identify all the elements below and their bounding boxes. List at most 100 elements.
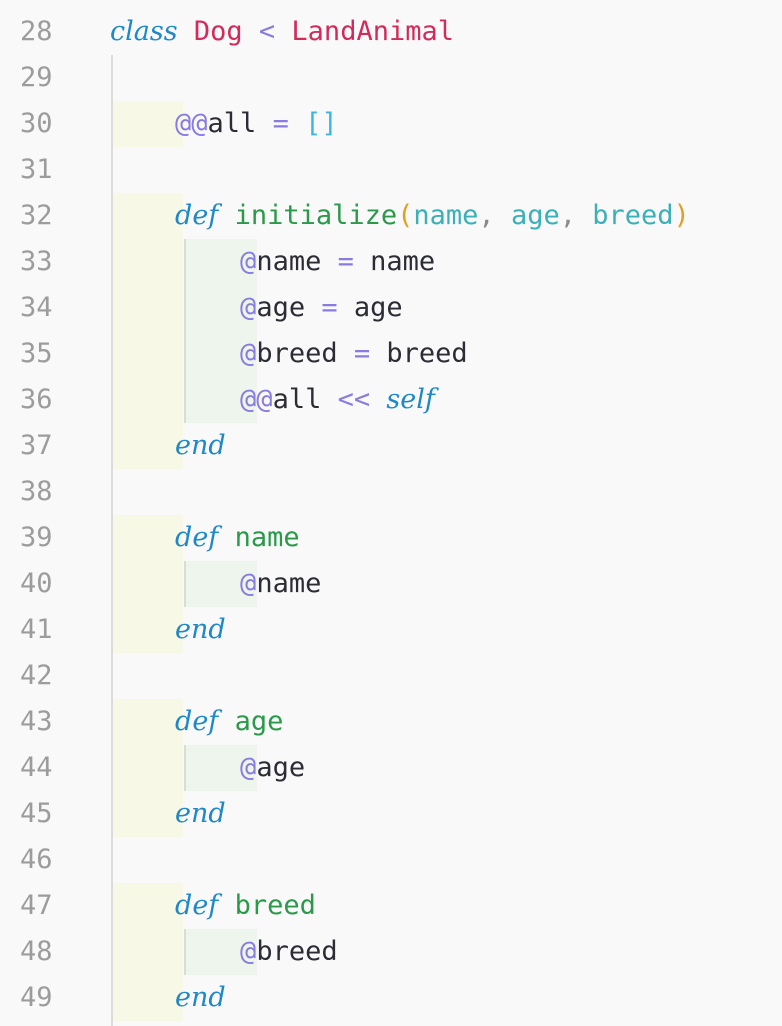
code-token: @ bbox=[240, 936, 257, 967]
code-line[interactable]: 49 end bbox=[0, 975, 782, 1021]
code-token: @ bbox=[240, 246, 257, 277]
code-token: breed bbox=[256, 338, 338, 369]
code-line[interactable]: 29 bbox=[0, 55, 782, 101]
code-line[interactable]: 35 @breed = breed bbox=[0, 331, 782, 377]
code-line[interactable]: 30 @@all = [] bbox=[0, 101, 782, 147]
line-number: 32 bbox=[20, 200, 53, 231]
code-token: end bbox=[175, 798, 226, 829]
code-token: initialize bbox=[234, 200, 398, 231]
line-number: 39 bbox=[20, 522, 53, 553]
line-code: class Dog < LandAnimal bbox=[110, 9, 454, 55]
code-line[interactable]: 36 @@all << self bbox=[0, 377, 782, 423]
code-line[interactable]: 46 bbox=[0, 837, 782, 883]
code-line[interactable]: 44 @age bbox=[0, 745, 782, 791]
code-token: end bbox=[175, 982, 226, 1013]
line-code: def age bbox=[110, 699, 283, 745]
code-token: , bbox=[478, 200, 511, 231]
line-code: @breed bbox=[110, 929, 338, 975]
line-code: end bbox=[110, 423, 226, 469]
code-line[interactable]: 47 def breed bbox=[0, 883, 782, 929]
code-line[interactable]: 39 def name bbox=[0, 515, 782, 561]
code-line[interactable]: 42 bbox=[0, 653, 782, 699]
line-code: @@all = [] bbox=[110, 101, 338, 147]
line-code: @name bbox=[110, 561, 321, 607]
code-line[interactable]: 37 end bbox=[0, 423, 782, 469]
code-token: end bbox=[175, 430, 226, 461]
code-token: ) bbox=[673, 200, 690, 231]
code-line[interactable]: 38 bbox=[0, 469, 782, 515]
line-number: 36 bbox=[20, 384, 53, 415]
code-token: age bbox=[256, 752, 306, 783]
line-number: 38 bbox=[20, 476, 53, 507]
code-line[interactable]: 48 @breed bbox=[0, 929, 782, 975]
line-code: end bbox=[110, 975, 226, 1021]
code-token: name bbox=[256, 568, 322, 599]
code-line[interactable]: 45 end bbox=[0, 791, 782, 837]
code-token: Dog bbox=[193, 16, 243, 47]
code-token: ( bbox=[397, 200, 414, 231]
code-line[interactable]: 28 class Dog < LandAnimal bbox=[0, 9, 782, 55]
code-line[interactable]: 32 def initialize(name, age, breed) bbox=[0, 193, 782, 239]
code-token: name bbox=[234, 522, 300, 553]
line-number: 42 bbox=[20, 660, 53, 691]
line-code: def breed bbox=[110, 883, 316, 929]
line-code: @age = age bbox=[110, 285, 403, 331]
line-number: 46 bbox=[20, 844, 53, 875]
code-line[interactable]: 40 @name bbox=[0, 561, 782, 607]
line-number: 35 bbox=[20, 338, 53, 369]
code-token: LandAnimal bbox=[291, 16, 454, 47]
code-token: class bbox=[110, 16, 178, 47]
code-token: def bbox=[175, 890, 219, 921]
line-number: 47 bbox=[20, 890, 53, 921]
code-line[interactable]: 31 bbox=[0, 147, 782, 193]
code-token: = bbox=[337, 246, 354, 277]
code-token: @@ bbox=[240, 384, 273, 415]
code-token: = bbox=[321, 292, 338, 323]
line-code: end bbox=[110, 607, 226, 653]
code-token: breed bbox=[234, 890, 316, 921]
code-token: breed bbox=[592, 200, 674, 231]
code-token: age bbox=[510, 200, 560, 231]
code-line[interactable]: 34 @age = age bbox=[0, 285, 782, 331]
code-token: < bbox=[258, 16, 276, 47]
code-token: self bbox=[386, 384, 435, 415]
code-token: @@ bbox=[175, 108, 208, 139]
code-editor[interactable]: 28 class Dog < LandAnimal 29 30 @@all = [] 3… bbox=[0, 0, 782, 1026]
code-token: def bbox=[175, 706, 219, 737]
line-code: end bbox=[110, 791, 226, 837]
line-number: 49 bbox=[20, 982, 53, 1013]
line-code: def name bbox=[110, 515, 300, 561]
code-line[interactable]: 43 def age bbox=[0, 699, 782, 745]
code-token: def bbox=[175, 522, 219, 553]
code-token: name bbox=[256, 246, 322, 277]
code-token: << bbox=[337, 384, 371, 415]
code-token: all bbox=[272, 384, 322, 415]
code-token: age bbox=[337, 292, 403, 323]
line-code: @age bbox=[110, 745, 305, 791]
code-token: [] bbox=[305, 108, 338, 139]
code-line[interactable]: 41 end bbox=[0, 607, 782, 653]
line-number: 37 bbox=[20, 430, 53, 461]
code-token: age bbox=[234, 706, 284, 737]
code-token: breed bbox=[370, 338, 468, 369]
line-number: 28 bbox=[20, 16, 53, 47]
line-code: @breed = breed bbox=[110, 331, 468, 377]
code-line[interactable]: 33 @name = name bbox=[0, 239, 782, 285]
